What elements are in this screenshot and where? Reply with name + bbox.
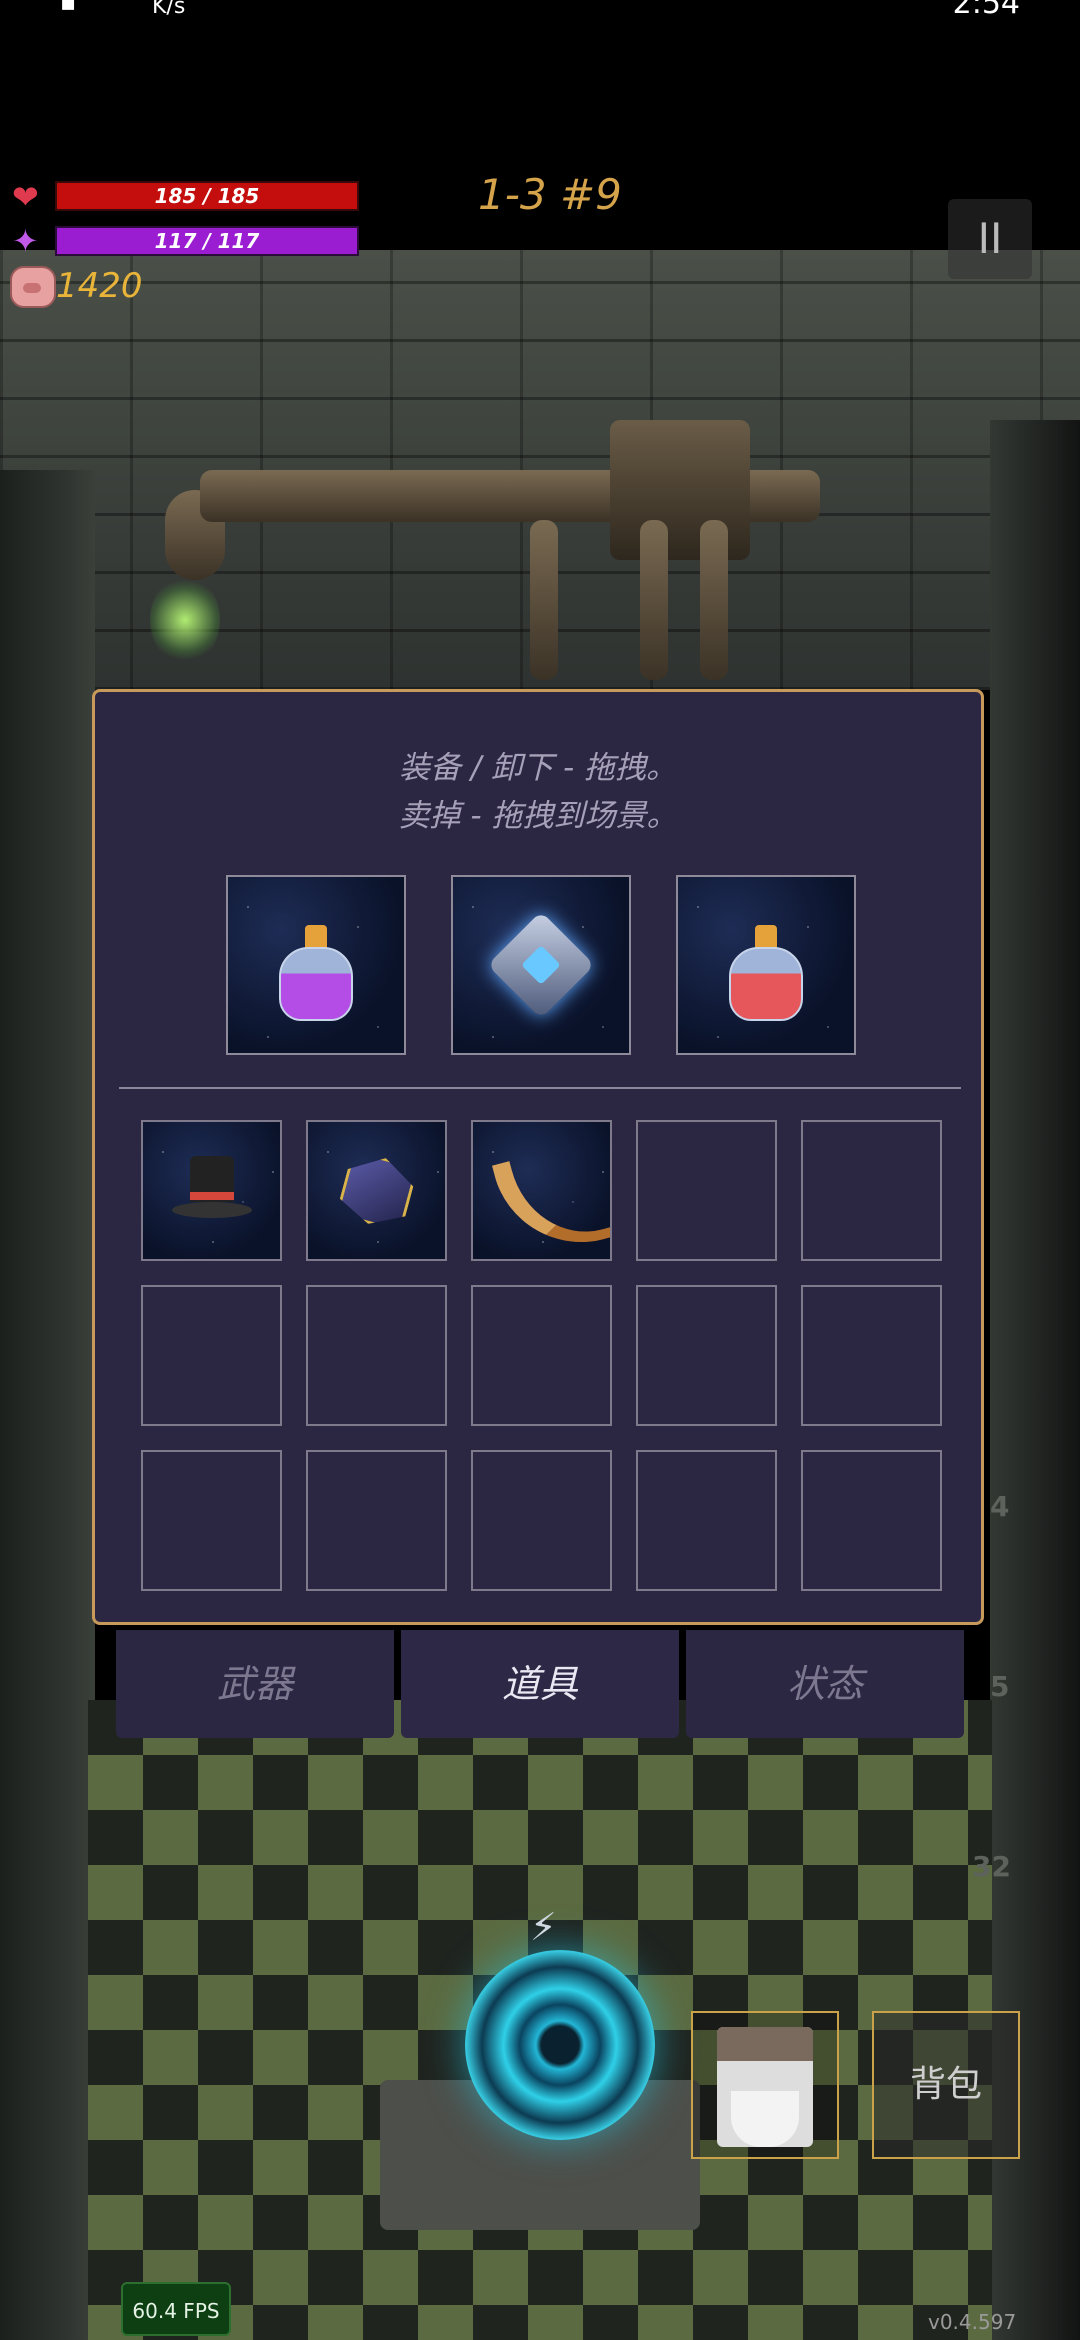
level-indicator: 1-3 #9	[478, 170, 622, 219]
glowing-lamp	[150, 575, 220, 665]
clock: 2:54	[952, 0, 1020, 21]
hint-sell: 卖掉 - 拖拽到场景。	[398, 798, 678, 834]
equip-slot[interactable]	[451, 875, 631, 1055]
inventory-panel: 装备 / 卸下 - 拖拽。 卖掉 - 拖拽到场景。	[92, 689, 984, 1625]
inventory-slot[interactable]	[141, 1450, 282, 1591]
pipe	[700, 520, 728, 680]
inventory-slot[interactable]	[801, 1120, 942, 1261]
side-number: 5	[990, 1670, 1010, 1703]
tab-weapons[interactable]: 武器	[116, 1630, 394, 1738]
mana-bar: 117 / 117	[55, 226, 359, 256]
left-wall	[0, 470, 95, 2340]
wizard-avatar-icon	[717, 2027, 813, 2147]
piggy-bank-icon	[10, 266, 56, 308]
fps-counter: 60.4 FPS	[121, 2282, 231, 2336]
mana-icon: ✦	[12, 222, 39, 260]
steam-machine	[610, 420, 750, 560]
inventory-slot[interactable]	[471, 1285, 612, 1426]
side-number: 32	[972, 1850, 1011, 1883]
version-label: v0.4.597	[928, 2310, 1017, 2334]
horn-icon	[491, 1137, 610, 1259]
pipe	[640, 520, 668, 680]
side-number: 4	[990, 1490, 1010, 1523]
inventory-slot[interactable]	[306, 1285, 447, 1426]
lightning-icon: ⚡	[530, 1905, 557, 1949]
inventory-slot[interactable]	[636, 1450, 777, 1591]
inventory-slot[interactable]	[471, 1450, 612, 1591]
bag-button[interactable]: 背包	[872, 2011, 1020, 2159]
character-portrait-button[interactable]	[691, 2011, 839, 2159]
equip-slot[interactable]	[226, 875, 406, 1055]
pause-button[interactable]: II	[948, 199, 1032, 279]
portal[interactable]	[465, 1950, 655, 2140]
inventory-slot[interactable]	[801, 1285, 942, 1426]
gold-count: 1420	[56, 266, 143, 306]
inventory-slot[interactable]	[306, 1450, 447, 1591]
tab-items[interactable]: 道具	[401, 1630, 679, 1738]
d20-dice-icon	[335, 1149, 418, 1232]
inventory-slot[interactable]	[636, 1285, 777, 1426]
inventory-slot[interactable]	[801, 1450, 942, 1591]
inventory-slot[interactable]	[141, 1285, 282, 1426]
pipe	[530, 520, 558, 680]
red-potion-icon	[721, 925, 811, 1025]
glowing-cube-icon	[487, 911, 595, 1019]
inventory-slot[interactable]	[141, 1120, 282, 1261]
purple-potion-icon	[271, 925, 361, 1025]
network-speed: K/s	[152, 0, 186, 19]
inventory-slot[interactable]	[471, 1120, 612, 1261]
inventory-slot[interactable]	[306, 1120, 447, 1261]
top-hat-icon	[171, 1155, 252, 1226]
heart-icon: ❤	[12, 178, 39, 216]
inventory-slot[interactable]	[636, 1120, 777, 1261]
health-bar: 185 / 185	[55, 181, 359, 211]
status-bar: ▪ K/s 2:54	[0, 0, 1080, 24]
hint-equip: 装备 / 卸下 - 拖拽。	[398, 750, 678, 786]
divider	[119, 1087, 961, 1089]
tab-status[interactable]: 状态	[686, 1630, 964, 1738]
equip-slot[interactable]	[676, 875, 856, 1055]
notification-icon: ▪	[60, 0, 77, 16]
